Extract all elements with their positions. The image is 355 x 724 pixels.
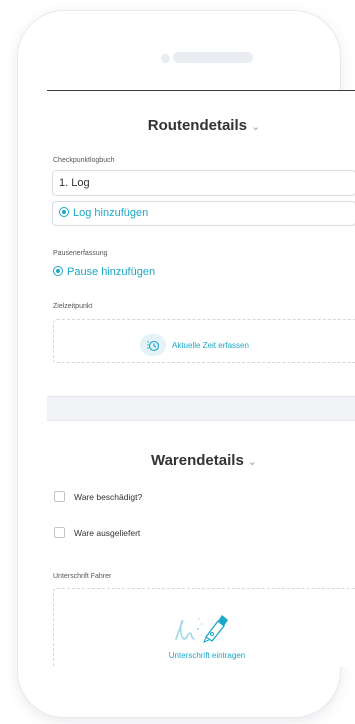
- chevron-down-icon: ⌄: [250, 121, 261, 133]
- delivered-label: Ware ausgeliefert: [74, 527, 141, 538]
- add-log-button[interactable]: Log hinzufügen: [52, 201, 355, 226]
- clock-icon: [140, 334, 166, 356]
- phone-frame: Routendetails ⌄ Checkpunktlogbuch 1. Log …: [18, 11, 355, 717]
- pause-capture-label: Pausenerfassung: [53, 250, 108, 257]
- app-screen: Routendetails ⌄ Checkpunktlogbuch 1. Log …: [47, 90, 355, 667]
- signature-pen-icon: [175, 615, 228, 643]
- add-pause-label: Pause hinzufügen: [67, 266, 156, 278]
- add-log-label: Log hinzufügen: [73, 207, 149, 219]
- camera-icon: [161, 54, 170, 63]
- sign-action-label: Unterschrift eintragen: [168, 651, 246, 660]
- goods-section-title: Warendetails: [150, 452, 244, 469]
- route-section-title: Routendetails: [147, 117, 247, 134]
- damaged-checkbox-row[interactable]: Ware beschädigt?: [54, 491, 142, 502]
- target-time-label: Zielzeitpunkt: [53, 303, 93, 310]
- driver-signature-label: Unterschrift Fahrer: [53, 573, 112, 580]
- speaker-icon: [173, 52, 253, 63]
- damaged-checkbox[interactable]: [54, 491, 65, 502]
- goods-section-header[interactable]: Warendetails ⌄: [47, 452, 355, 469]
- checkpoint-log-label: Checkpunktlogbuch: [53, 157, 115, 164]
- circle-plus-icon: [53, 266, 63, 276]
- signature-pad[interactable]: Unterschrift eintragen: [53, 588, 355, 667]
- add-pause-button[interactable]: Pause hinzufügen: [53, 266, 155, 278]
- circle-plus-icon: [59, 207, 69, 217]
- log-input[interactable]: 1. Log: [52, 170, 355, 196]
- chevron-down-icon: ⌄: [247, 456, 258, 468]
- delivered-checkbox-row[interactable]: Ware ausgeliefert: [54, 527, 140, 538]
- capture-time-button[interactable]: Aktuelle Zeit erfassen: [140, 334, 249, 356]
- capture-time-area: Aktuelle Zeit erfassen: [53, 319, 355, 363]
- route-section-header[interactable]: Routendetails ⌄: [47, 117, 355, 134]
- section-divider: [47, 396, 355, 421]
- damaged-label: Ware beschädigt?: [74, 491, 143, 502]
- delivered-checkbox[interactable]: [54, 527, 65, 538]
- capture-time-label: Aktuelle Zeit erfassen: [172, 340, 249, 350]
